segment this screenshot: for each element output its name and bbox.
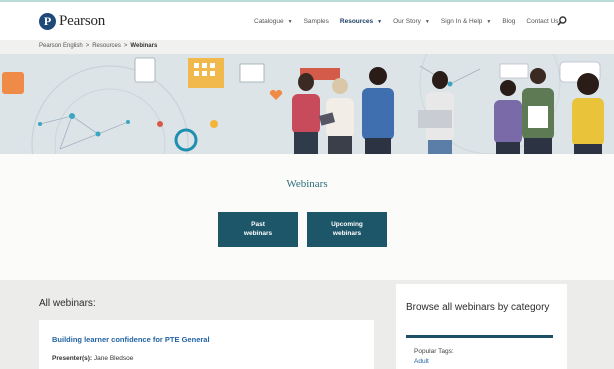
nav-sign-in-help[interactable]: Sign In & Help ▼ — [441, 18, 492, 25]
hero-banner — [0, 54, 614, 154]
popular-tags-label: Popular Tags: — [414, 348, 454, 355]
nav-catalogue[interactable]: Catalogue ▼ — [254, 18, 293, 25]
pearson-logo[interactable]: P Pearson — [39, 13, 105, 30]
nav-samples[interactable]: Samples — [304, 18, 329, 25]
browse-categories-panel: Browse all webinars by category Popular … — [396, 284, 567, 369]
breadcrumb-link-resources[interactable]: Resources — [92, 43, 121, 49]
presenter-name: Jane Bledsoe — [93, 355, 134, 362]
top-header: P Pearson Catalogue ▼ Samples Resources ▼ … — [0, 0, 614, 40]
breadcrumb-separator: > — [123, 43, 128, 49]
webinar-presenter: Presenter(s): Jane Bledsoe — [52, 355, 133, 362]
chevron-down-icon: ▼ — [377, 18, 383, 25]
chevron-down-icon: ▼ — [424, 18, 430, 25]
presenter-label: Presenter(s): — [52, 355, 93, 362]
main-nav: Catalogue ▼ Samples Resources ▼ Our Story ▼… — [254, 18, 570, 25]
hero-illustration — [0, 54, 614, 154]
webinar-title-link[interactable]: Building learner confidence for PTE Gene… — [52, 335, 210, 344]
page-title: Webinars — [286, 178, 328, 190]
nav-blog[interactable]: Blog — [502, 18, 515, 25]
all-webinars-heading: All webinars: — [39, 298, 96, 309]
breadcrumb-current: Webinars — [130, 43, 158, 49]
nav-resources[interactable]: Resources ▼ — [340, 18, 382, 25]
breadcrumb: Pearson English > Resources > Webinars — [39, 43, 157, 49]
nav-our-story[interactable]: Our Story ▼ — [393, 18, 430, 25]
breadcrumb-separator: > — [85, 43, 90, 49]
search-icon[interactable] — [557, 16, 567, 26]
webinar-card[interactable]: Building learner confidence for PTE Gene… — [39, 320, 374, 369]
upcoming-webinars-button[interactable]: Upcoming webinars — [307, 212, 387, 247]
divider — [406, 335, 553, 338]
logo-text: Pearson — [59, 13, 106, 29]
past-webinars-button[interactable]: Past webinars — [218, 212, 298, 247]
chevron-down-icon: ▼ — [486, 18, 492, 25]
breadcrumb-link-home[interactable]: Pearson English — [39, 43, 83, 49]
nav-contact-us[interactable]: Contact Us — [526, 18, 558, 25]
pearson-logo-icon: P — [39, 13, 56, 30]
chevron-down-icon: ▼ — [287, 18, 293, 25]
tag-link-adult[interactable]: Adult — [414, 358, 429, 365]
browse-categories-title: Browse all webinars by category — [406, 302, 550, 313]
